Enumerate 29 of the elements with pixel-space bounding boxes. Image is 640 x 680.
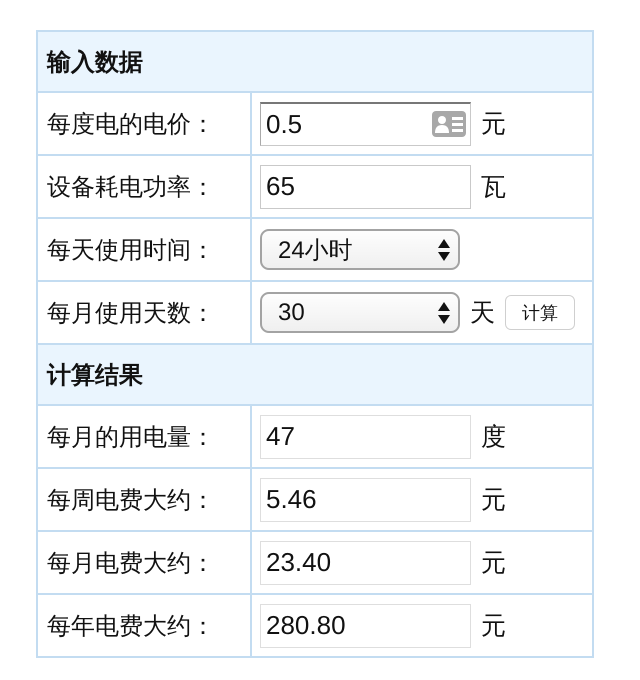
unit-label: 瓦	[481, 172, 506, 203]
field-label: 每度电的电价：	[47, 110, 215, 138]
field-label: 每天使用时间：	[47, 236, 215, 264]
field-label: 每月的用电量：	[47, 424, 215, 450]
input-field[interactable]: 280.80	[260, 604, 471, 648]
dropdown[interactable]: 24小时	[260, 229, 460, 270]
updown-arrows-icon	[438, 302, 450, 324]
field-label: 每周电费大约：	[47, 486, 215, 514]
dropdown[interactable]: 30	[260, 292, 460, 333]
updown-arrows-icon	[438, 238, 450, 260]
contact-card-icon[interactable]	[432, 111, 466, 137]
section-header: 输入数据	[37, 31, 593, 92]
field-label: 每月使用天数：	[47, 300, 215, 326]
input-field[interactable]: 65	[260, 164, 471, 208]
unit-label: 天	[470, 298, 495, 329]
input-field[interactable]: 5.46	[260, 478, 471, 522]
field-label: 设备耗电功率：	[47, 174, 215, 200]
input-field[interactable]: 47	[260, 414, 471, 458]
unit-label: 元	[481, 611, 506, 642]
unit-label: 度	[481, 422, 506, 453]
calculate-button[interactable]: 计算	[505, 295, 575, 330]
unit-label: 元	[481, 548, 506, 579]
input-field[interactable]: 23.40	[260, 540, 471, 584]
unit-label: 元	[481, 109, 506, 140]
unit-label: 元	[481, 485, 506, 516]
field-label: 每月电费大约：	[47, 550, 215, 576]
section-header: 计算结果	[37, 344, 593, 405]
field-label: 每年电费大约：	[47, 612, 215, 640]
input-field[interactable]: 0.5	[260, 102, 471, 146]
